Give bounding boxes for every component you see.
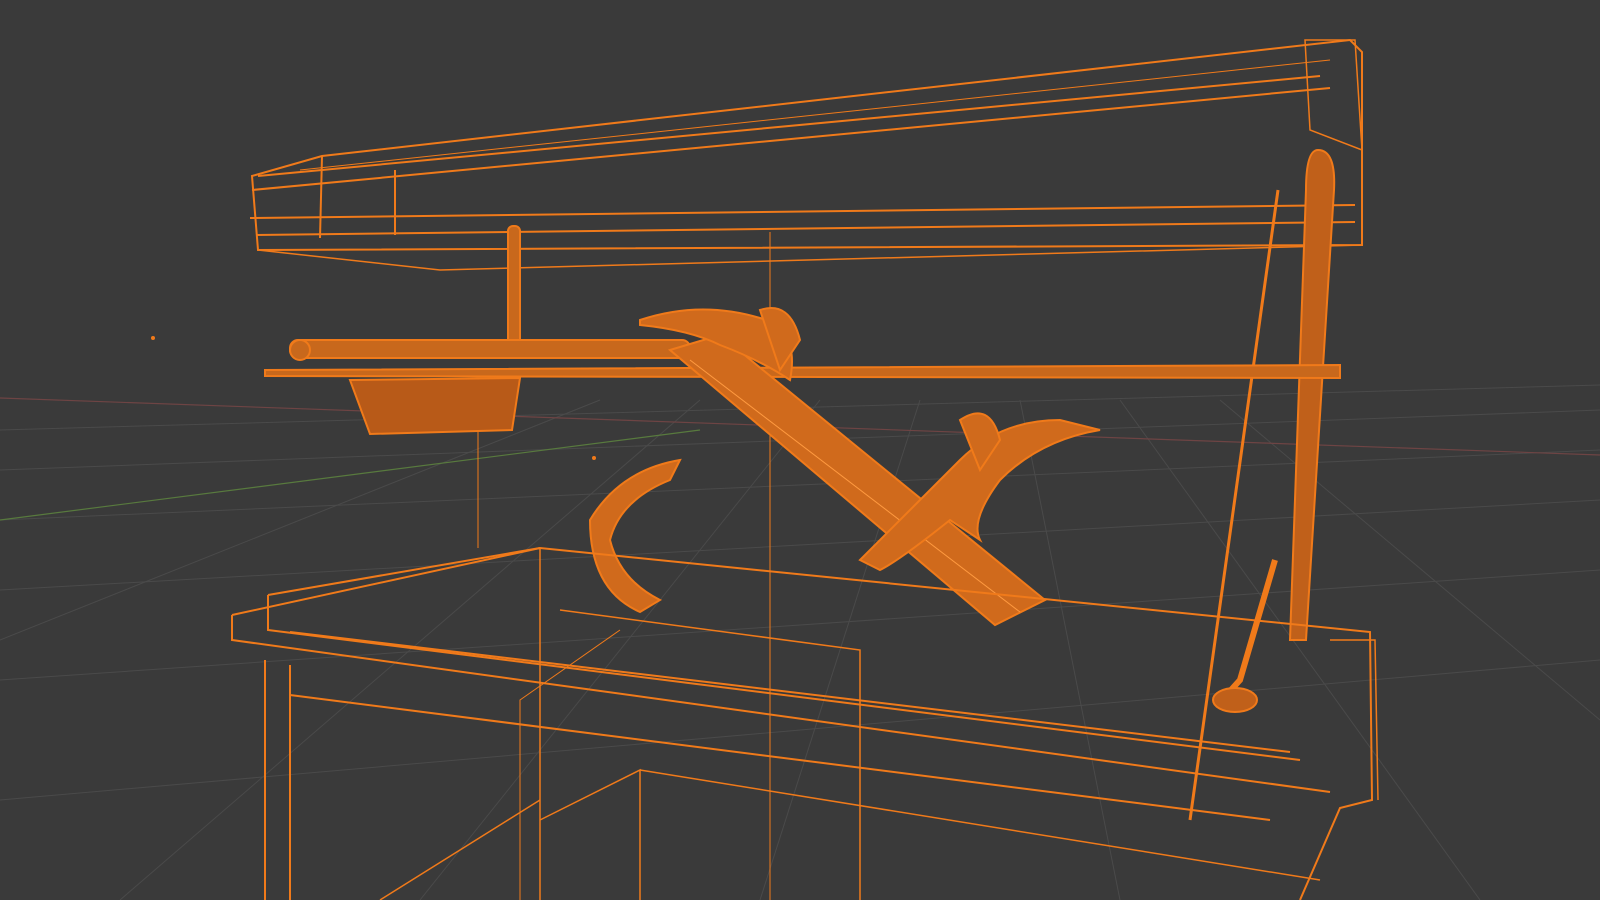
light-origin-icon[interactable]	[151, 336, 155, 340]
table-frame-icon[interactable]	[231, 546, 1379, 900]
top-shelf-icon[interactable]	[249, 38, 1363, 271]
empty-origin-icon[interactable]	[592, 456, 596, 460]
viewport-canvas[interactable]	[0, 0, 1600, 900]
y-axis-line	[0, 429, 701, 521]
3d-viewport[interactable]	[0, 0, 1600, 900]
